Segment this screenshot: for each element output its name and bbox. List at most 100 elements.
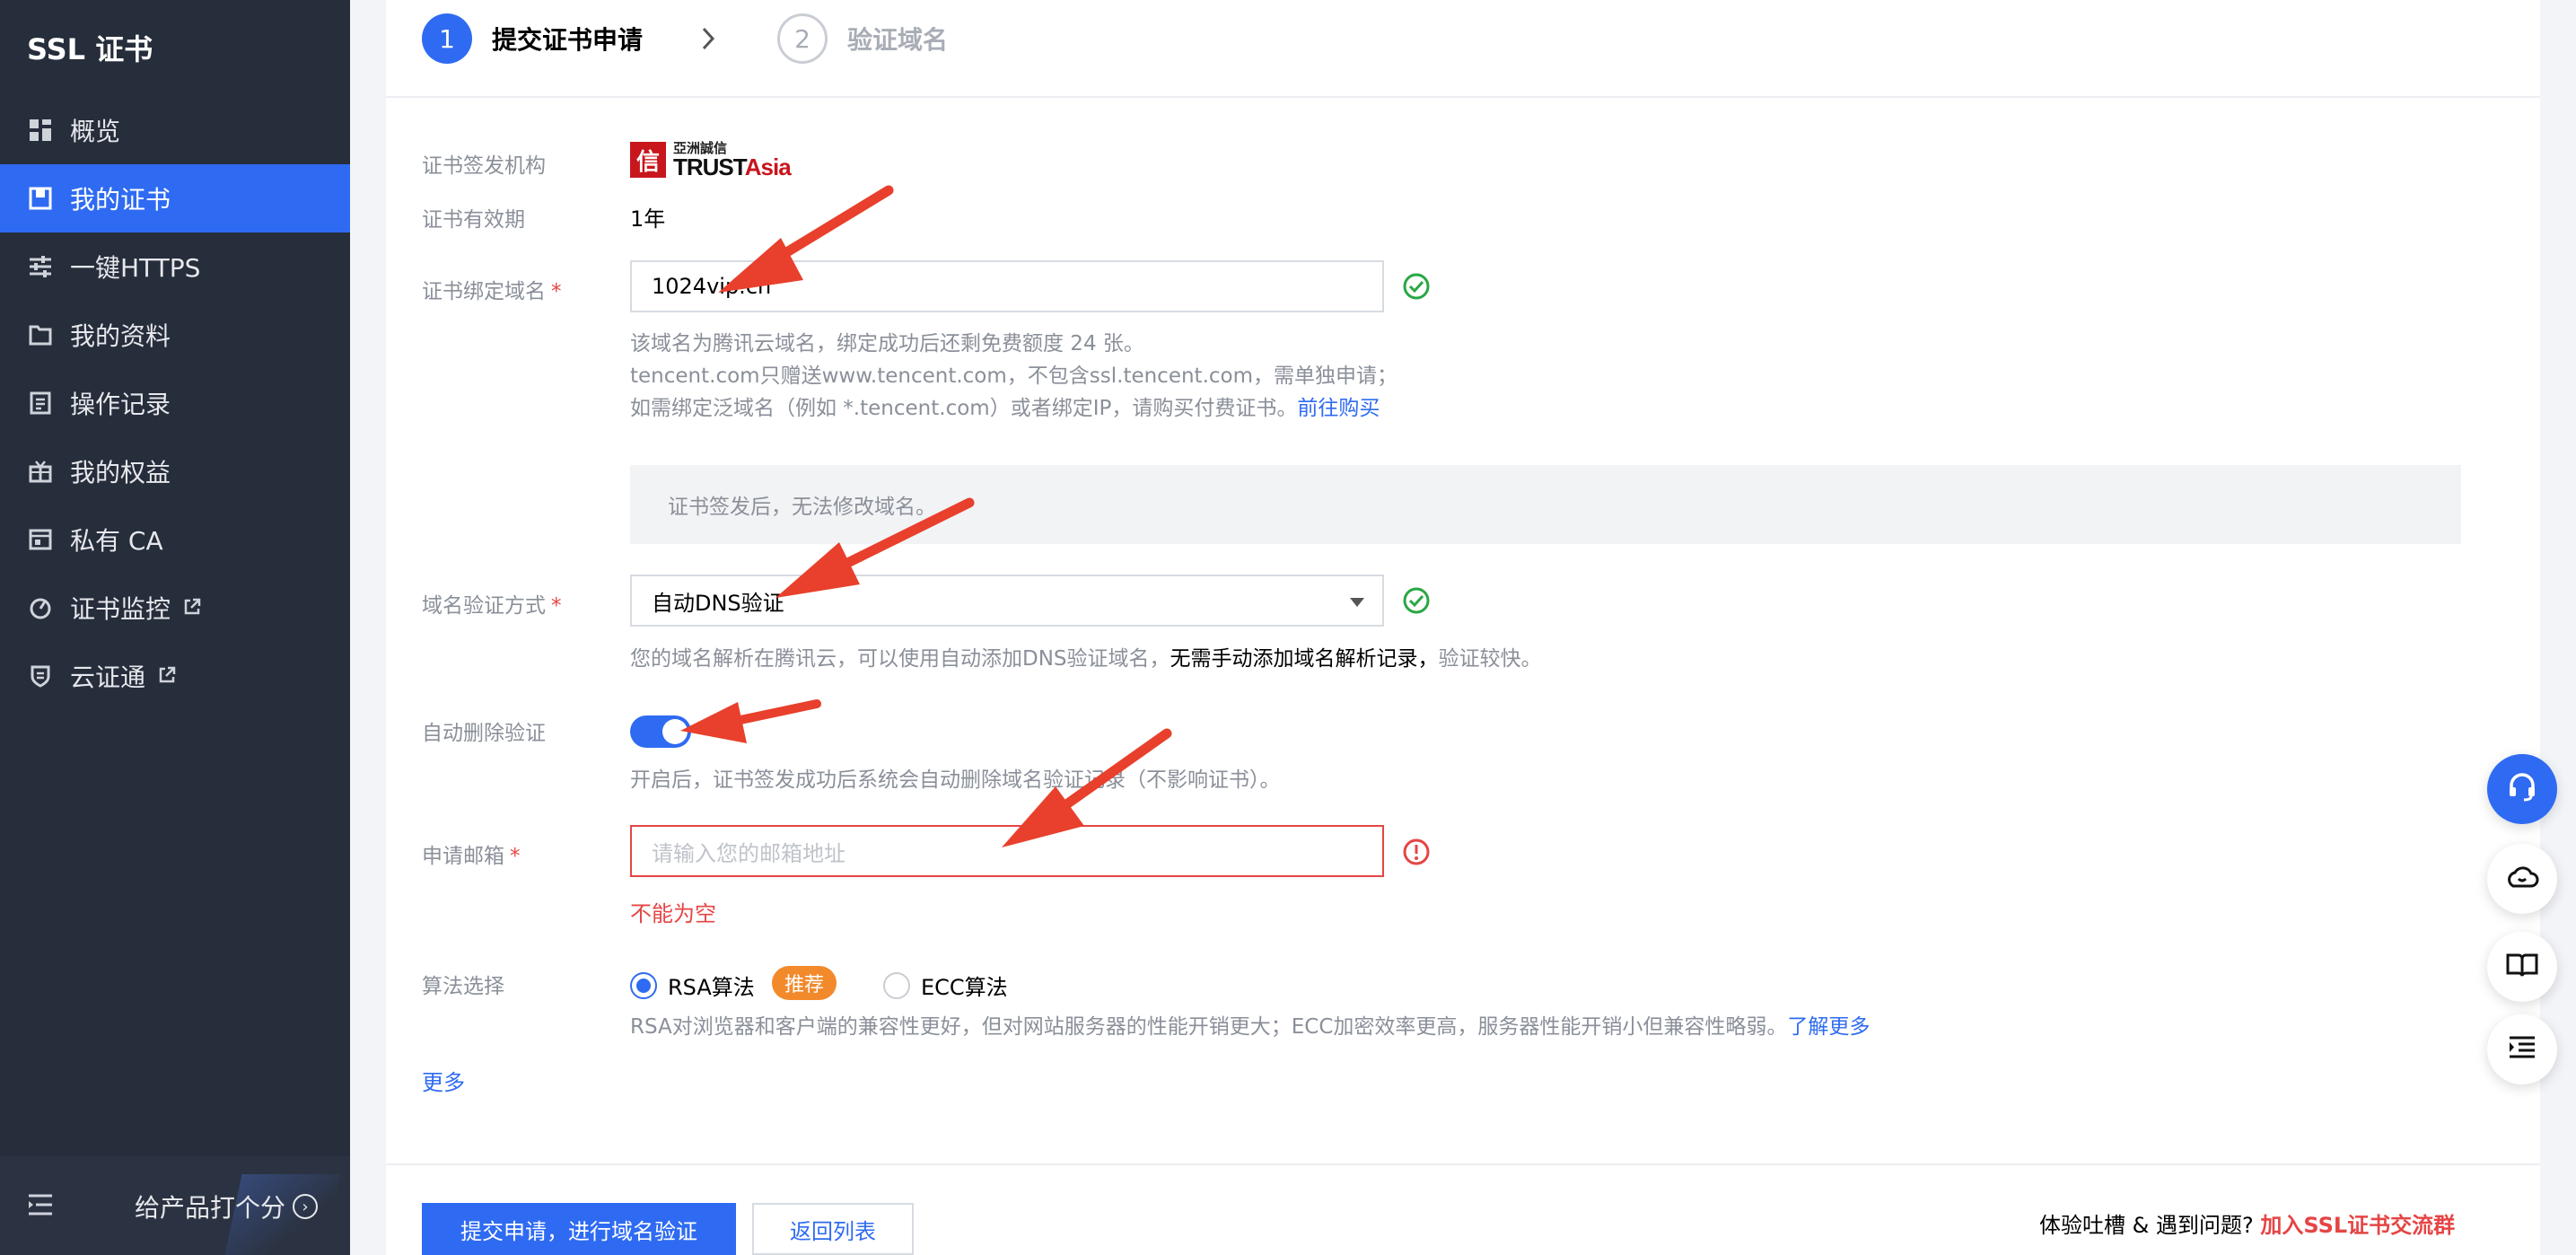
log-icon	[27, 390, 54, 417]
step-1: 1 提交证书申请	[422, 13, 643, 64]
verify-label: 域名验证方式 *	[422, 594, 562, 618]
step-label: 提交证书申请	[492, 25, 644, 55]
sidebar-item-label: 操作记录	[70, 390, 171, 419]
error-circle-icon	[1402, 838, 1431, 866]
dashboard-icon	[27, 117, 54, 144]
sidebar-item-label: 私有 CA	[70, 526, 163, 556]
headset-icon	[2504, 769, 2540, 809]
sidebar-item-label: 我的资料	[70, 321, 171, 351]
step-number: 1	[422, 13, 472, 64]
domain-help-line-1: 该域名为腾讯云域名，绑定成功后还剩免费额度 24 张。	[630, 332, 1144, 355]
radio-circle	[630, 971, 657, 999]
trustasia-logo: 信 亞洲誠信 TRUSTAsia	[630, 140, 792, 180]
email-label: 申请邮箱 *	[422, 845, 521, 868]
divider	[386, 1163, 2540, 1165]
more-link[interactable]: 更多	[422, 1065, 465, 1096]
logo-en-text: TRUST	[673, 153, 746, 180]
sidebar-item-cloud-cert[interactable]: 云证通	[0, 642, 350, 710]
external-link-icon	[183, 598, 203, 618]
radio-rsa-label: RSA算法	[668, 975, 755, 1000]
sidebar-item-my-info[interactable]: 我的资料	[0, 301, 350, 369]
sidebar-item-label: 概览	[70, 117, 121, 146]
algo-help: RSA对浏览器和客户端的兼容性更好，但对网站服务器的性能开销更大；ECC加密效率…	[630, 1015, 1871, 1039]
verify-method-value: 自动DNS验证	[652, 590, 784, 616]
sidebar: SSL 证书 概览 我的证书 一键HTTPS 我的资料 操作记录 我的权益 私有…	[0, 0, 350, 1255]
sidebar-item-private-ca[interactable]: 私有 CA	[0, 505, 350, 574]
step-2: 2 验证域名	[777, 13, 948, 64]
sidebar-item-one-click-https[interactable]: 一键HTTPS	[0, 233, 350, 301]
sliders-icon	[27, 253, 54, 280]
back-to-list-button[interactable]: 返回列表	[752, 1203, 914, 1255]
feedback-text: 体验吐槽 & 遇到问题? 加入SSL证书交流群	[2039, 1213, 2456, 1238]
autodel-label: 自动删除验证	[422, 722, 546, 745]
book-icon	[2504, 947, 2540, 987]
folder-icon	[27, 321, 54, 348]
cloud-icon	[2504, 859, 2540, 899]
docs-button[interactable]	[2487, 932, 2557, 1002]
divider	[386, 96, 2540, 98]
sidebar-item-operation-log[interactable]: 操作记录	[0, 369, 350, 437]
rate-product-link[interactable]: 给产品打个分 ›	[135, 1189, 319, 1224]
domain-help: 该域名为腾讯云域名，绑定成功后还剩免费额度 24 张。 tencent.com只…	[630, 328, 1398, 425]
monitor-icon	[27, 594, 54, 621]
verify-method-select[interactable]: 自动DNS验证	[630, 575, 1384, 627]
sidebar-item-label: 云证通	[70, 663, 146, 692]
learn-more-link[interactable]: 了解更多	[1787, 1015, 1870, 1039]
domain-help-line-2: tencent.com只赠送www.tencent.com，不包含ssl.ten…	[630, 364, 1398, 388]
verify-help: 您的域名解析在腾讯云，可以使用自动添加DNS验证域名，无需手动添加域名解析记录，…	[630, 647, 1542, 671]
sidebar-title: SSL 证书	[27, 32, 153, 66]
step-number: 2	[777, 13, 828, 64]
check-circle-icon	[1402, 272, 1431, 301]
step-label: 验证域名	[847, 25, 949, 55]
email-input[interactable]: 请输入您的邮箱地址	[630, 825, 1384, 877]
main-card	[386, 0, 2540, 1255]
external-link-icon	[158, 666, 178, 686]
notice-banner: 证书签发后，无法修改域名。	[630, 465, 2461, 544]
logo-en-red-text: Asia	[744, 153, 792, 180]
issuer-label: 证书签发机构	[422, 154, 546, 178]
sidebar-item-my-certificates[interactable]: 我的证书	[0, 164, 350, 233]
domain-label: 证书绑定域名 *	[422, 280, 562, 303]
caret-down-icon	[1350, 598, 1364, 607]
join-group-link[interactable]: 加入SSL证书交流群	[2260, 1213, 2455, 1238]
sidebar-item-label: 一键HTTPS	[70, 253, 201, 283]
check-circle-icon	[1402, 586, 1431, 615]
sidebar-item-cert-monitor[interactable]: 证书监控	[0, 574, 350, 642]
email-error: 不能为空	[630, 901, 716, 926]
algo-label: 算法选择	[422, 975, 504, 998]
sidebar-item-my-benefits[interactable]: 我的权益	[0, 437, 350, 505]
validity-label: 证书有效期	[422, 208, 525, 232]
domain-input-value: 1024vip.cn	[652, 274, 772, 299]
validity-value: 1年	[630, 206, 666, 232]
toggle-knob	[662, 719, 688, 744]
collapse-menu-icon[interactable]	[27, 1192, 56, 1217]
autodel-toggle[interactable]	[630, 715, 691, 748]
domain-help-line-3: 如需绑定泛域名（例如 *.tencent.com）或者绑定IP，请购买付费证书。	[630, 397, 1298, 420]
ca-icon	[27, 526, 54, 553]
rate-product-label: 给产品打个分	[135, 1193, 286, 1223]
email-placeholder: 请输入您的邮箱地址	[652, 840, 846, 866]
radio-ecc[interactable]: ECC算法	[883, 970, 1008, 1001]
certificate-icon	[27, 185, 54, 212]
outline-button[interactable]	[2487, 1014, 2557, 1084]
recommend-badge: 推荐	[772, 966, 837, 1000]
radio-rsa[interactable]: RSA算法	[630, 970, 755, 1001]
radio-ecc-label: ECC算法	[921, 975, 1008, 1000]
arrow-right-icon: ›	[293, 1194, 319, 1219]
shield-icon	[27, 663, 54, 689]
sidebar-footer: 给产品打个分 ›	[0, 1156, 350, 1255]
trustasia-mark-icon: 信	[630, 142, 666, 178]
gift-icon	[27, 458, 54, 485]
sidebar-item-label: 我的证书	[70, 185, 171, 215]
chevron-right-icon	[700, 22, 718, 56]
buy-link[interactable]: 前往购买	[1297, 397, 1380, 420]
sidebar-item-label: 我的权益	[70, 458, 171, 487]
customer-service-button[interactable]	[2487, 754, 2557, 824]
domain-input[interactable]: 1024vip.cn	[630, 260, 1384, 312]
indent-list-icon	[2506, 1031, 2538, 1067]
radio-circle	[883, 971, 910, 999]
sidebar-item-label: 证书监控	[70, 594, 171, 624]
sidebar-item-overview[interactable]: 概览	[0, 96, 350, 164]
cloud-button[interactable]	[2487, 844, 2557, 914]
submit-button[interactable]: 提交申请，进行域名验证	[422, 1203, 736, 1255]
